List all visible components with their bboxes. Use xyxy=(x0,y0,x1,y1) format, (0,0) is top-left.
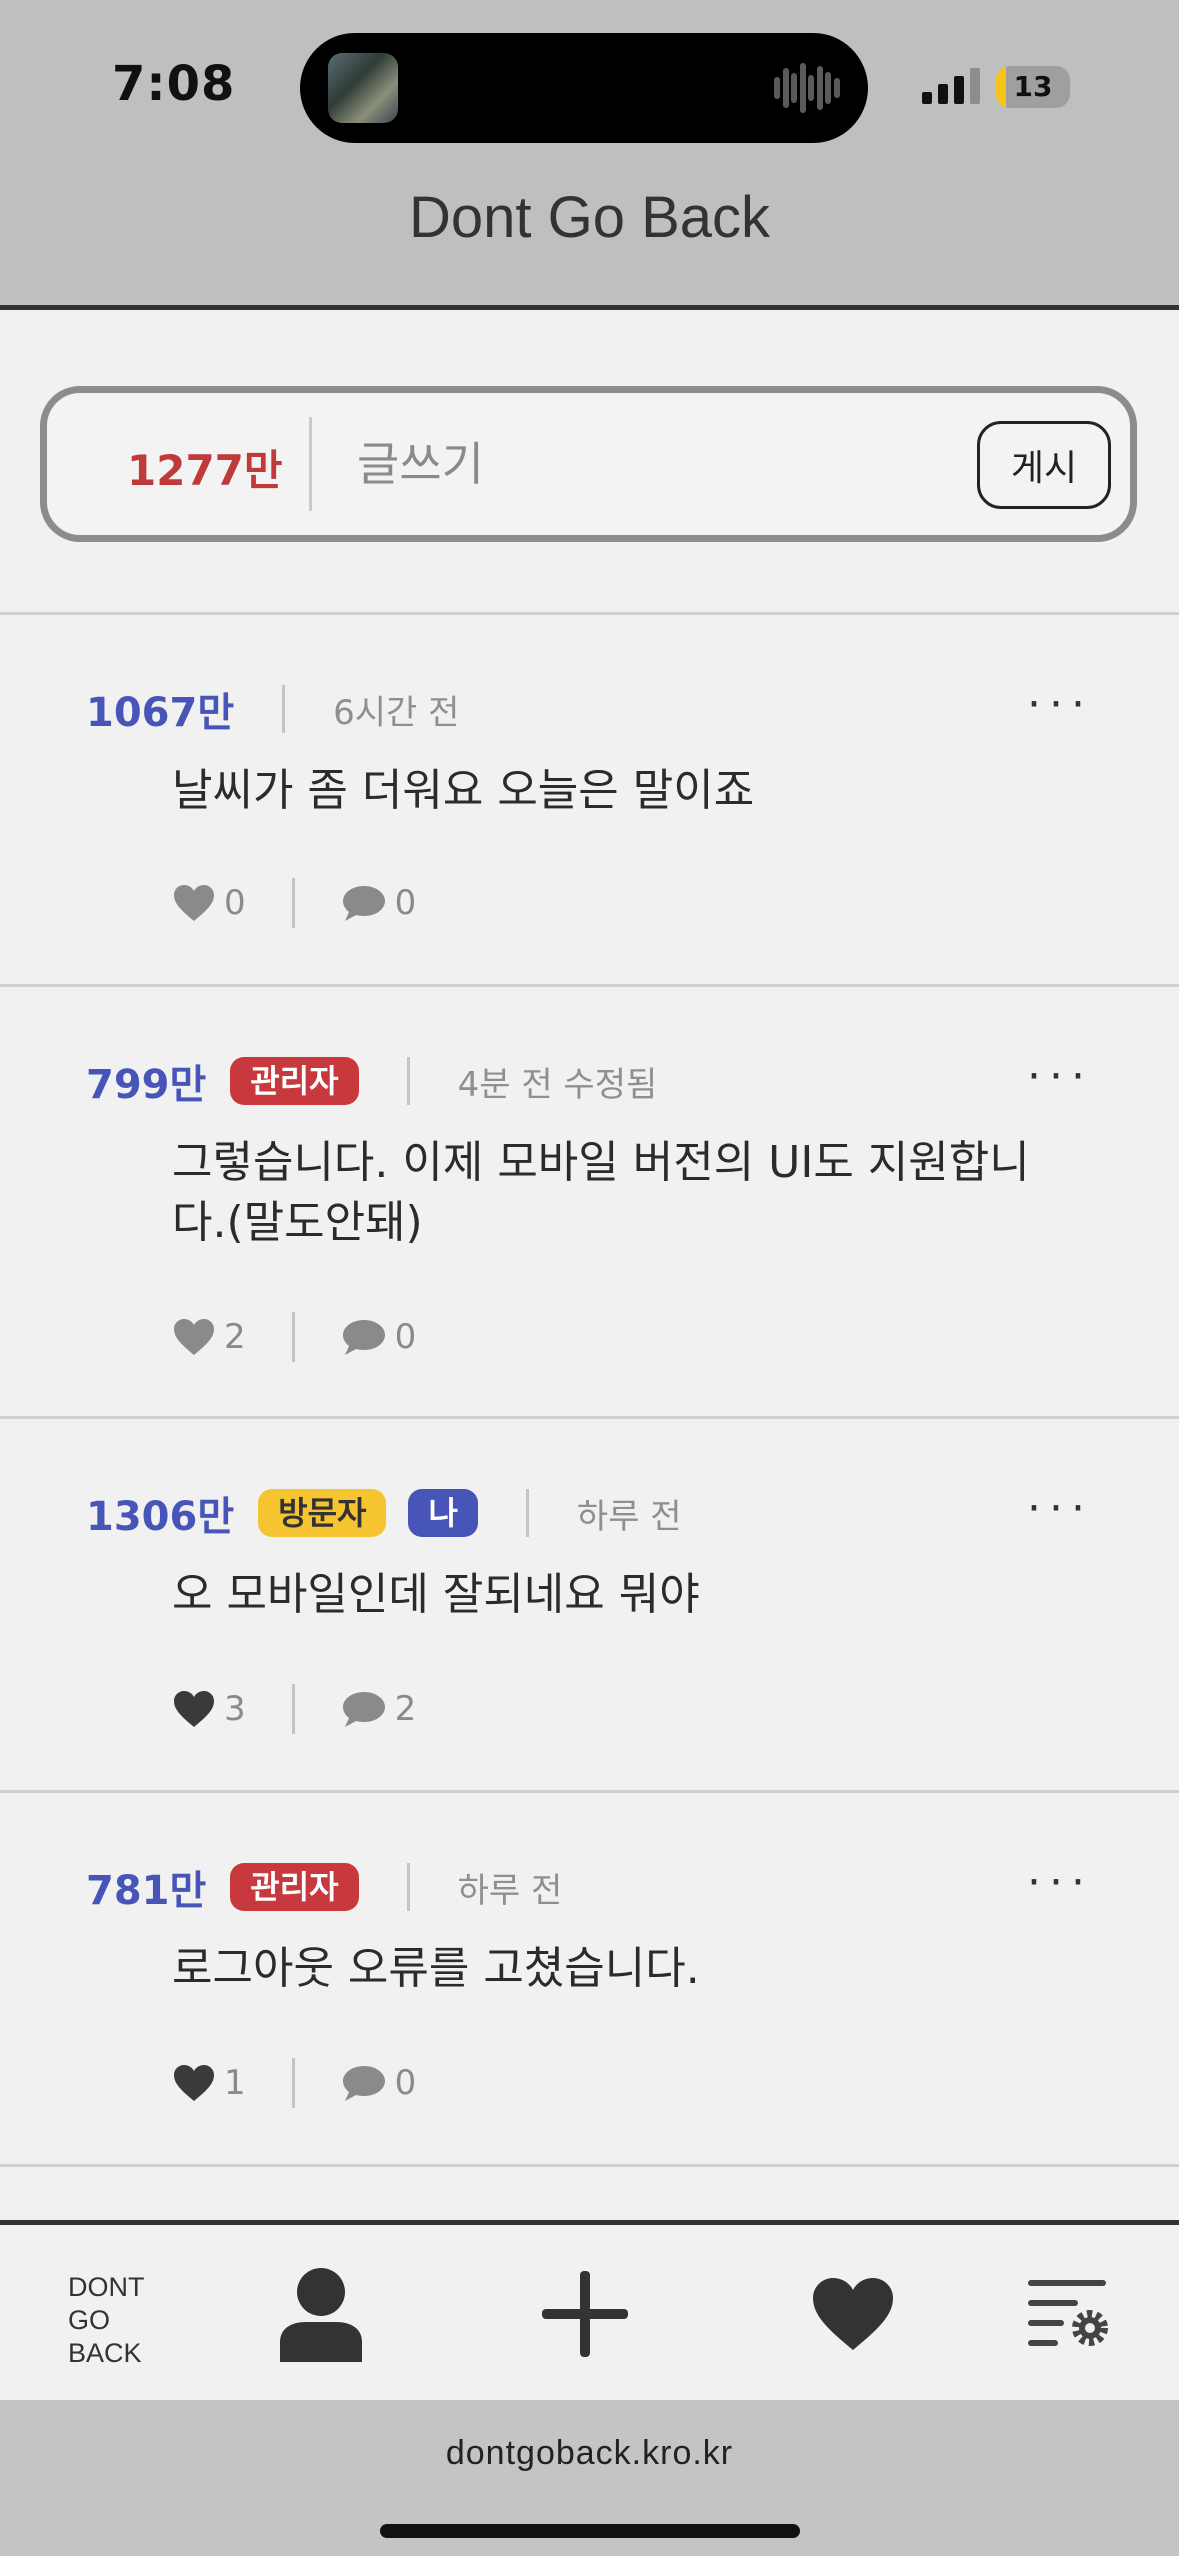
nav-profile-button[interactable] xyxy=(266,2259,376,2369)
heart-icon[interactable] xyxy=(172,1689,216,1729)
audio-wave-icon xyxy=(774,61,840,115)
post-header: 799만 관리자 4분 전 수정됨 xyxy=(86,1053,657,1109)
battery-icon: 13 xyxy=(996,66,1070,108)
post-actions: 2 0 xyxy=(172,1311,416,1363)
more-options-button[interactable]: ··· xyxy=(1027,679,1093,730)
comment-count: 0 xyxy=(394,883,417,923)
post-body: 오 모바일인데 잘되네요 뭐야 xyxy=(172,1569,700,1620)
like-count: 3 xyxy=(224,1689,246,1729)
post-time: 하루 전 xyxy=(457,1870,563,1911)
post-header: 1067만 6시간 전 xyxy=(86,681,459,737)
more-options-button[interactable]: ··· xyxy=(1027,1857,1093,1908)
post-item[interactable]: 781만 관리자 하루 전 ··· 로그아웃 오류를 고쳤습니다. 1 0 xyxy=(0,1793,1179,2167)
visitor-badge: 방문자 xyxy=(258,1489,387,1537)
app-logo[interactable]: DONT GO BACK xyxy=(68,2271,145,2370)
post-body: 날씨가 좀 더워요 오늘은 말이죠 xyxy=(172,765,755,816)
admin-badge: 관리자 xyxy=(230,1057,359,1105)
heart-icon[interactable] xyxy=(172,1317,216,1357)
like-count: 2 xyxy=(224,1317,246,1357)
heart-icon[interactable] xyxy=(172,883,216,923)
like-count: 1 xyxy=(224,2063,246,2103)
post-time: 하루 전 xyxy=(576,1496,682,1537)
comment-count: 2 xyxy=(394,1689,417,1729)
divider xyxy=(406,1057,410,1105)
logo-line: DONT xyxy=(68,2272,145,2302)
app-header: Dont Go Back xyxy=(0,170,1179,310)
divider xyxy=(406,1863,410,1911)
browser-bar: dontgoback.kro.kr xyxy=(0,2400,1179,2556)
settings-icon xyxy=(1028,2280,1108,2346)
heart-icon[interactable] xyxy=(172,2063,216,2103)
nav-likes-button[interactable] xyxy=(798,2259,908,2369)
comment-count: 0 xyxy=(394,2063,417,2103)
screen: 7:08 13 Dont Go Back 1277만 게시 xyxy=(0,0,1179,2556)
post-body: 로그아웃 오류를 고쳤습니다. xyxy=(172,1943,700,1994)
nav-settings-button[interactable] xyxy=(1014,2259,1124,2369)
comment-icon[interactable] xyxy=(341,2063,387,2103)
post-item[interactable]: 799만 관리자 4분 전 수정됨 ··· 그렇습니다. 이제 모바일 버전의 … xyxy=(0,987,1179,1419)
divider xyxy=(282,685,286,733)
bottom-nav: DONT GO BACK xyxy=(0,2220,1179,2400)
comment-count: 0 xyxy=(394,1317,417,1357)
divider xyxy=(291,1684,295,1734)
compose-divider xyxy=(309,417,312,511)
status-time: 7:08 xyxy=(112,56,236,112)
divider xyxy=(291,2058,295,2108)
profile-icon xyxy=(280,2268,362,2362)
home-indicator[interactable] xyxy=(380,2524,800,2538)
author-points[interactable]: 1067만 xyxy=(86,680,234,738)
post-time: 4분 전 수정됨 xyxy=(457,1064,658,1105)
post-item[interactable]: 1306만 방문자 나 하루 전 ··· 오 모바일인데 잘되네요 뭐야 3 2 xyxy=(0,1419,1179,1793)
feed-content[interactable]: 1277만 게시 1067만 6시간 전 ··· 날씨가 좀 더워요 오늘은 말… xyxy=(0,310,1179,2220)
page-title: Dont Go Back xyxy=(408,185,771,250)
nav-add-button[interactable] xyxy=(530,2259,640,2369)
heart-icon xyxy=(813,2278,893,2350)
more-options-button[interactable]: ··· xyxy=(1027,1051,1093,1102)
logo-line: GO xyxy=(68,2305,111,2335)
comment-icon[interactable] xyxy=(341,1689,387,1729)
now-playing-artwork xyxy=(328,53,398,123)
like-count: 0 xyxy=(224,883,246,923)
my-points: 1277만 xyxy=(127,446,283,495)
compose-input[interactable] xyxy=(357,423,957,505)
url-field[interactable]: dontgoback.kro.kr xyxy=(0,2434,1179,2473)
comment-icon[interactable] xyxy=(341,883,387,923)
post-actions: 1 0 xyxy=(172,2057,416,2109)
post-header: 781만 관리자 하루 전 xyxy=(86,1859,562,1915)
add-icon xyxy=(542,2271,628,2357)
status-bar: 7:08 13 xyxy=(0,0,1179,170)
dynamic-island[interactable] xyxy=(300,33,868,143)
divider xyxy=(291,878,295,928)
post-actions: 0 0 xyxy=(172,877,416,929)
more-options-button[interactable]: ··· xyxy=(1027,1483,1093,1534)
post-body: 그렇습니다. 이제 모바일 버전의 UI도 지원합니다.(말도안돼) xyxy=(172,1137,1030,1248)
author-points[interactable]: 799만 xyxy=(86,1052,206,1110)
divider xyxy=(525,1489,529,1537)
post-item[interactable]: 1067만 6시간 전 ··· 날씨가 좀 더워요 오늘은 말이죠 0 0 xyxy=(0,615,1179,987)
post-header: 1306만 방문자 나 하루 전 xyxy=(86,1485,682,1541)
post-button[interactable]: 게시 xyxy=(977,421,1111,509)
post-actions: 3 2 xyxy=(172,1683,416,1735)
post-time: 6시간 전 xyxy=(333,692,460,733)
comment-icon[interactable] xyxy=(341,1317,387,1357)
compose-box: 1277만 게시 xyxy=(40,386,1137,542)
me-badge: 나 xyxy=(408,1489,478,1537)
cellular-signal-icon xyxy=(922,68,982,104)
logo-line: BACK xyxy=(68,2338,142,2368)
divider xyxy=(291,1312,295,1362)
battery-percent: 13 xyxy=(1013,70,1053,103)
admin-badge: 관리자 xyxy=(230,1863,359,1911)
author-points[interactable]: 781만 xyxy=(86,1858,206,1916)
author-points[interactable]: 1306만 xyxy=(86,1484,234,1542)
